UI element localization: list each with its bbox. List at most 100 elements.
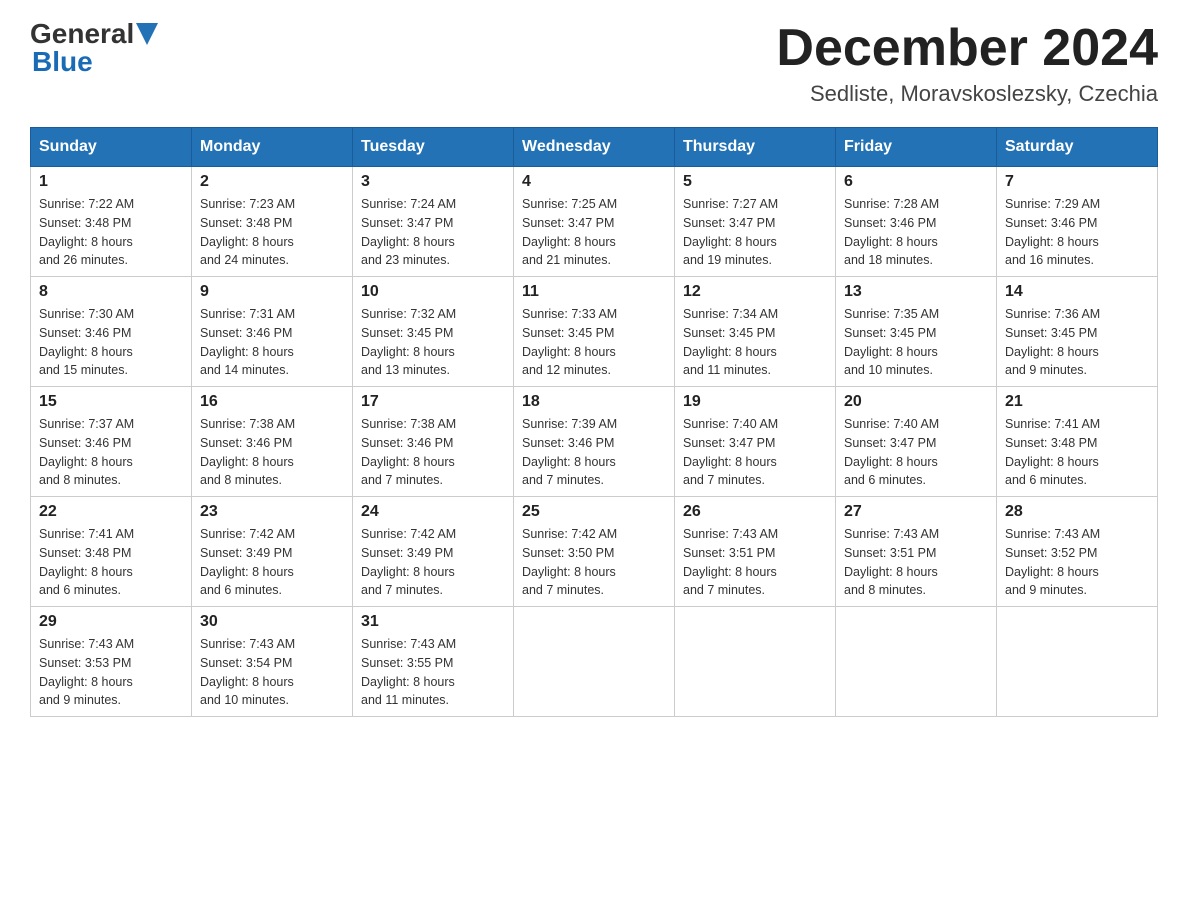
day-info: Sunrise: 7:41 AM Sunset: 3:48 PM Dayligh… — [39, 525, 183, 600]
day-info: Sunrise: 7:43 AM Sunset: 3:51 PM Dayligh… — [683, 525, 827, 600]
calendar-cell: 4 Sunrise: 7:25 AM Sunset: 3:47 PM Daylig… — [514, 167, 675, 277]
calendar-cell — [675, 607, 836, 717]
day-info: Sunrise: 7:32 AM Sunset: 3:45 PM Dayligh… — [361, 305, 505, 380]
day-info: Sunrise: 7:33 AM Sunset: 3:45 PM Dayligh… — [522, 305, 666, 380]
day-number: 16 — [200, 393, 344, 411]
day-number: 15 — [39, 393, 183, 411]
calendar-cell: 13 Sunrise: 7:35 AM Sunset: 3:45 PM Dayli… — [836, 277, 997, 387]
day-number: 1 — [39, 173, 183, 191]
day-info: Sunrise: 7:39 AM Sunset: 3:46 PM Dayligh… — [522, 415, 666, 490]
calendar-cell: 19 Sunrise: 7:40 AM Sunset: 3:47 PM Dayli… — [675, 387, 836, 497]
week-row-3: 15 Sunrise: 7:37 AM Sunset: 3:46 PM Dayli… — [31, 387, 1158, 497]
week-row-2: 8 Sunrise: 7:30 AM Sunset: 3:46 PM Daylig… — [31, 277, 1158, 387]
header-row: SundayMondayTuesdayWednesdayThursdayFrid… — [31, 128, 1158, 167]
calendar-cell: 14Sunrise: 7:36 AM Sunset: 3:45 PM Dayli… — [997, 277, 1158, 387]
logo-general-text: General — [30, 20, 134, 48]
calendar-header: SundayMondayTuesdayWednesdayThursdayFrid… — [31, 128, 1158, 167]
day-info: Sunrise: 7:30 AM Sunset: 3:46 PM Dayligh… — [39, 305, 183, 380]
day-info: Sunrise: 7:37 AM Sunset: 3:46 PM Dayligh… — [39, 415, 183, 490]
day-number: 13 — [844, 283, 988, 301]
calendar-body: 1 Sunrise: 7:22 AM Sunset: 3:48 PM Daylig… — [31, 167, 1158, 717]
calendar-cell: 8 Sunrise: 7:30 AM Sunset: 3:46 PM Daylig… — [31, 277, 192, 387]
day-number: 18 — [522, 393, 666, 411]
header-day-monday: Monday — [192, 128, 353, 167]
calendar-cell: 25Sunrise: 7:42 AM Sunset: 3:50 PM Dayli… — [514, 497, 675, 607]
week-row-1: 1 Sunrise: 7:22 AM Sunset: 3:48 PM Daylig… — [31, 167, 1158, 277]
day-info: Sunrise: 7:43 AM Sunset: 3:53 PM Dayligh… — [39, 635, 183, 710]
day-number: 11 — [522, 283, 666, 301]
calendar-cell: 22 Sunrise: 7:41 AM Sunset: 3:48 PM Dayli… — [31, 497, 192, 607]
calendar-cell: 21Sunrise: 7:41 AM Sunset: 3:48 PM Dayli… — [997, 387, 1158, 497]
day-number: 20 — [844, 393, 988, 411]
calendar-cell: 7 Sunrise: 7:29 AM Sunset: 3:46 PM Daylig… — [997, 167, 1158, 277]
week-row-4: 22 Sunrise: 7:41 AM Sunset: 3:48 PM Dayli… — [31, 497, 1158, 607]
calendar-cell — [836, 607, 997, 717]
logo: General Blue — [30, 20, 158, 76]
day-number: 2 — [200, 173, 344, 191]
logo-triangle-icon — [136, 23, 158, 45]
day-info: Sunrise: 7:43 AM Sunset: 3:54 PM Dayligh… — [200, 635, 344, 710]
day-info: Sunrise: 7:40 AM Sunset: 3:47 PM Dayligh… — [683, 415, 827, 490]
calendar-cell: 17Sunrise: 7:38 AM Sunset: 3:46 PM Dayli… — [353, 387, 514, 497]
calendar-cell: 20 Sunrise: 7:40 AM Sunset: 3:47 PM Dayli… — [836, 387, 997, 497]
day-number: 29 — [39, 613, 183, 631]
day-info: Sunrise: 7:42 AM Sunset: 3:49 PM Dayligh… — [361, 525, 505, 600]
day-number: 7 — [1005, 173, 1149, 191]
calendar-cell: 28 Sunrise: 7:43 AM Sunset: 3:52 PM Dayli… — [997, 497, 1158, 607]
calendar-cell: 16Sunrise: 7:38 AM Sunset: 3:46 PM Dayli… — [192, 387, 353, 497]
day-number: 27 — [844, 503, 988, 521]
calendar-cell: 10Sunrise: 7:32 AM Sunset: 3:45 PM Dayli… — [353, 277, 514, 387]
day-number: 9 — [200, 283, 344, 301]
calendar-cell: 15 Sunrise: 7:37 AM Sunset: 3:46 PM Dayli… — [31, 387, 192, 497]
calendar-cell: 9Sunrise: 7:31 AM Sunset: 3:46 PM Daylig… — [192, 277, 353, 387]
day-number: 23 — [200, 503, 344, 521]
day-number: 28 — [1005, 503, 1149, 521]
header-day-sunday: Sunday — [31, 128, 192, 167]
day-info: Sunrise: 7:41 AM Sunset: 3:48 PM Dayligh… — [1005, 415, 1149, 490]
day-info: Sunrise: 7:25 AM Sunset: 3:47 PM Dayligh… — [522, 195, 666, 270]
day-number: 30 — [200, 613, 344, 631]
header-day-thursday: Thursday — [675, 128, 836, 167]
day-number: 24 — [361, 503, 505, 521]
day-info: Sunrise: 7:34 AM Sunset: 3:45 PM Dayligh… — [683, 305, 827, 380]
calendar-cell: 5Sunrise: 7:27 AM Sunset: 3:47 PM Daylig… — [675, 167, 836, 277]
header-day-saturday: Saturday — [997, 128, 1158, 167]
calendar-cell: 11 Sunrise: 7:33 AM Sunset: 3:45 PM Dayli… — [514, 277, 675, 387]
header-day-tuesday: Tuesday — [353, 128, 514, 167]
month-title: December 2024 — [776, 20, 1158, 77]
day-info: Sunrise: 7:42 AM Sunset: 3:49 PM Dayligh… — [200, 525, 344, 600]
day-info: Sunrise: 7:43 AM Sunset: 3:52 PM Dayligh… — [1005, 525, 1149, 600]
calendar-cell: 1 Sunrise: 7:22 AM Sunset: 3:48 PM Daylig… — [31, 167, 192, 277]
day-number: 4 — [522, 173, 666, 191]
day-info: Sunrise: 7:40 AM Sunset: 3:47 PM Dayligh… — [844, 415, 988, 490]
day-number: 31 — [361, 613, 505, 631]
page-header: General Blue December 2024 Sedliste, Mor… — [30, 20, 1158, 107]
calendar-cell: 30 Sunrise: 7:43 AM Sunset: 3:54 PM Dayli… — [192, 607, 353, 717]
day-info: Sunrise: 7:35 AM Sunset: 3:45 PM Dayligh… — [844, 305, 988, 380]
calendar-cell — [514, 607, 675, 717]
calendar-cell: 6Sunrise: 7:28 AM Sunset: 3:46 PM Daylig… — [836, 167, 997, 277]
calendar-cell: 26Sunrise: 7:43 AM Sunset: 3:51 PM Dayli… — [675, 497, 836, 607]
calendar-cell: 12 Sunrise: 7:34 AM Sunset: 3:45 PM Dayli… — [675, 277, 836, 387]
day-info: Sunrise: 7:43 AM Sunset: 3:55 PM Dayligh… — [361, 635, 505, 710]
calendar-cell — [997, 607, 1158, 717]
day-info: Sunrise: 7:28 AM Sunset: 3:46 PM Dayligh… — [844, 195, 988, 270]
calendar-cell: 3Sunrise: 7:24 AM Sunset: 3:47 PM Daylig… — [353, 167, 514, 277]
day-number: 8 — [39, 283, 183, 301]
header-day-wednesday: Wednesday — [514, 128, 675, 167]
calendar-cell: 18 Sunrise: 7:39 AM Sunset: 3:46 PM Dayli… — [514, 387, 675, 497]
day-number: 12 — [683, 283, 827, 301]
day-number: 22 — [39, 503, 183, 521]
calendar-cell: 23 Sunrise: 7:42 AM Sunset: 3:49 PM Dayli… — [192, 497, 353, 607]
logo-blue-text: Blue — [32, 48, 158, 76]
day-number: 19 — [683, 393, 827, 411]
day-info: Sunrise: 7:42 AM Sunset: 3:50 PM Dayligh… — [522, 525, 666, 600]
day-info: Sunrise: 7:23 AM Sunset: 3:48 PM Dayligh… — [200, 195, 344, 270]
day-info: Sunrise: 7:22 AM Sunset: 3:48 PM Dayligh… — [39, 195, 183, 270]
header-day-friday: Friday — [836, 128, 997, 167]
day-info: Sunrise: 7:29 AM Sunset: 3:46 PM Dayligh… — [1005, 195, 1149, 270]
day-info: Sunrise: 7:43 AM Sunset: 3:51 PM Dayligh… — [844, 525, 988, 600]
calendar-cell: 27 Sunrise: 7:43 AM Sunset: 3:51 PM Dayli… — [836, 497, 997, 607]
calendar-cell: 2 Sunrise: 7:23 AM Sunset: 3:48 PM Daylig… — [192, 167, 353, 277]
location-subtitle: Sedliste, Moravskoslezsky, Czechia — [776, 81, 1158, 107]
